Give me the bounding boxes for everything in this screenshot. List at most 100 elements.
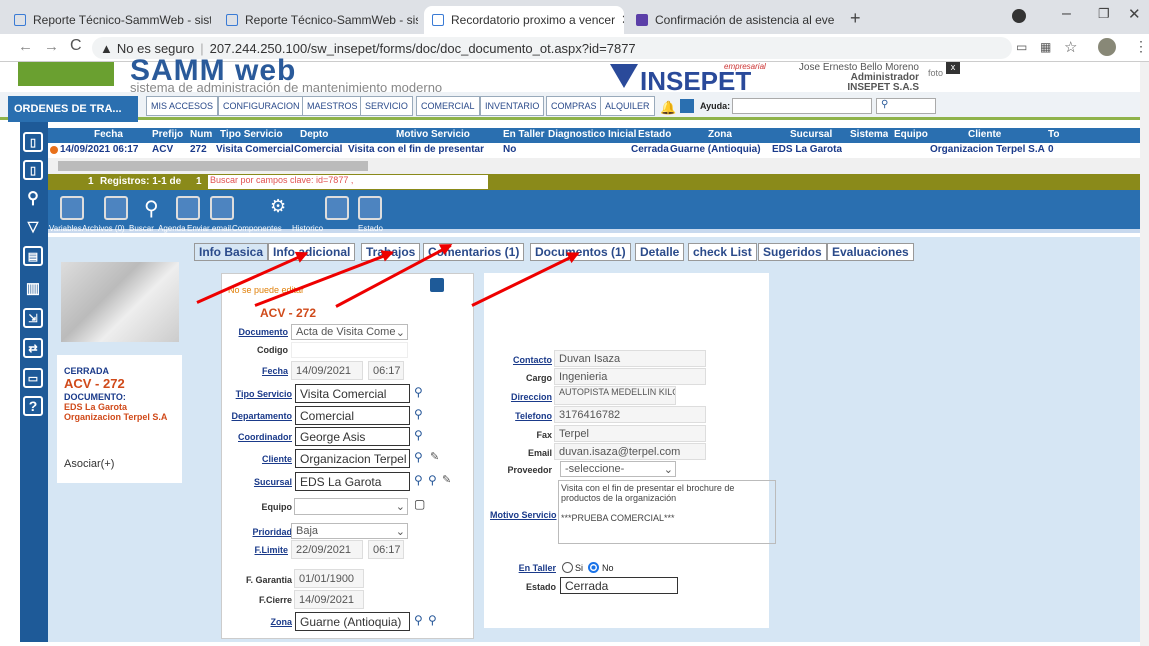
- history-icon[interactable]: [325, 196, 349, 220]
- extension-icon[interactable]: ▦: [1040, 40, 1051, 54]
- menu-alquiler[interactable]: ALQUILER: [600, 96, 655, 116]
- close-icon[interactable]: ✕: [834, 12, 838, 28]
- user-photo[interactable]: foto: [928, 68, 943, 78]
- bell-icon[interactable]: 🔔: [660, 100, 676, 116]
- tab-detalle[interactable]: Detalle: [635, 243, 685, 261]
- cargo-field[interactable]: Ingenieria: [554, 368, 706, 385]
- send-email-button[interactable]: Enviar email: [187, 224, 231, 233]
- tipo-servicio-label[interactable]: Tipo Servicio: [226, 389, 292, 399]
- new-tab-button[interactable]: +: [850, 8, 861, 29]
- proveedor-select[interactable]: -seleccione- ⌄: [560, 461, 676, 477]
- radio-si[interactable]: [562, 562, 573, 573]
- account-icon[interactable]: [1012, 9, 1026, 23]
- edit-pencil-icon[interactable]: ✎: [430, 450, 439, 463]
- browser-tab[interactable]: Confirmación de asistencia al eve✕: [628, 6, 838, 34]
- menu-servicio[interactable]: SERVICIO: [360, 96, 413, 116]
- search-icon[interactable]: ⚲: [414, 450, 423, 464]
- search-icon[interactable]: ⚲: [876, 98, 936, 114]
- limite-date-field[interactable]: 22/09/2021: [291, 540, 363, 559]
- maximize-icon[interactable]: ❐: [1098, 6, 1110, 22]
- prioridad-label[interactable]: Prioridad: [226, 527, 292, 537]
- cliente-label[interactable]: Cliente: [226, 454, 292, 464]
- radio-no[interactable]: [588, 562, 599, 573]
- fecha-label[interactable]: Fecha: [226, 366, 288, 376]
- menu-compras[interactable]: COMPRAS: [546, 96, 602, 116]
- forward-icon[interactable]: →: [44, 38, 59, 55]
- new-document-icon[interactable]: ▯: [23, 132, 43, 152]
- browser-tab[interactable]: Reporte Técnico-SammWeb - sist✕: [218, 6, 418, 34]
- coordinador-label[interactable]: Coordinador: [226, 432, 292, 442]
- codigo-field[interactable]: [291, 342, 408, 358]
- copy-document-icon[interactable]: ▯: [23, 160, 43, 180]
- estado-field[interactable]: Cerrada: [560, 577, 678, 594]
- email-field[interactable]: duvan.isaza@terpel.com: [554, 443, 706, 460]
- col-equipo[interactable]: Equipo: [894, 129, 928, 140]
- col-sucursal[interactable]: Sucursal: [790, 129, 832, 140]
- document-icon[interactable]: ▢: [414, 497, 425, 511]
- edit-pencil-icon[interactable]: ✎: [442, 473, 451, 486]
- back-icon[interactable]: ←: [18, 38, 33, 55]
- col-motivo[interactable]: Motivo Servicio: [396, 129, 470, 140]
- sucursal-field[interactable]: EDS La Garota: [295, 472, 410, 491]
- fax-field[interactable]: Terpel: [554, 425, 706, 442]
- fecha-time-field[interactable]: 06:17: [368, 361, 404, 380]
- col-estado[interactable]: Estado: [638, 129, 671, 140]
- search-icon[interactable]: ⚲: [414, 613, 423, 627]
- email-icon[interactable]: [210, 196, 234, 220]
- search-toolbar-icon[interactable]: ⚲: [144, 196, 168, 220]
- minimize-icon[interactable]: –: [1062, 5, 1071, 23]
- table-row[interactable]: 14/09/2021 06:17 ACV 272 Visita Comercia…: [48, 143, 1148, 158]
- zoom-icon[interactable]: ⚲: [428, 613, 437, 627]
- motivo-label[interactable]: Motivo Servicio: [490, 510, 557, 520]
- bookmark-star-icon[interactable]: ☆: [1064, 38, 1077, 56]
- col-en-taller[interactable]: En Taller: [503, 129, 545, 140]
- limite-time-field[interactable]: 06:17: [368, 540, 404, 559]
- limite-label[interactable]: F.Limite: [226, 545, 288, 555]
- search-sidebar-icon[interactable]: ⚲: [23, 188, 43, 208]
- col-diagnostico[interactable]: Diagnostico Inicial: [548, 129, 636, 140]
- col-zona[interactable]: Zona: [708, 129, 732, 140]
- profile-avatar[interactable]: [1098, 38, 1116, 56]
- col-total[interactable]: To: [1048, 129, 1059, 140]
- documento-select[interactable]: Acta de Visita Come ⌄: [291, 324, 408, 340]
- search-icon[interactable]: ⚲: [414, 473, 423, 487]
- transfer-icon[interactable]: ⇄: [23, 338, 43, 358]
- departamento-label[interactable]: Departamento: [226, 411, 292, 421]
- col-num[interactable]: Num: [190, 129, 212, 140]
- col-fecha[interactable]: Fecha: [94, 129, 123, 140]
- tab-info-basica[interactable]: Info Basica: [194, 243, 269, 261]
- tab-info-adicional[interactable]: Info adicional: [268, 243, 356, 261]
- sucursal-label[interactable]: Sucursal: [226, 477, 292, 487]
- zona-label[interactable]: Zona: [226, 617, 293, 627]
- telefono-field[interactable]: 3176416782: [554, 406, 706, 423]
- close-window-icon[interactable]: ✕: [1128, 5, 1141, 23]
- tab-evaluaciones[interactable]: Evaluaciones: [827, 243, 914, 261]
- files-icon[interactable]: [104, 196, 128, 220]
- associate-link[interactable]: Asociar(+): [64, 458, 114, 470]
- tab-check-list[interactable]: check List: [688, 243, 757, 261]
- close-photo-icon[interactable]: x: [946, 62, 960, 74]
- menu-configuracion[interactable]: CONFIGURACION: [218, 96, 305, 116]
- departamento-field[interactable]: Comercial: [295, 406, 410, 425]
- tab-sugeridos[interactable]: Sugeridos: [758, 243, 827, 261]
- equipo-select[interactable]: ⌄: [294, 498, 408, 515]
- col-cliente[interactable]: Cliente: [968, 129, 1001, 140]
- menu-comercial[interactable]: COMERCIAL: [416, 96, 480, 116]
- calendar-icon[interactable]: [680, 99, 694, 113]
- direccion-label[interactable]: Direccion: [490, 392, 552, 402]
- page-scrollbar[interactable]: [1140, 62, 1149, 646]
- browser-tab-active[interactable]: Recordatorio proximo a vencer✕: [424, 6, 624, 34]
- garantia-field[interactable]: 01/01/1900: [294, 569, 364, 588]
- module-title[interactable]: ORDENES DE TRA...: [8, 96, 138, 122]
- col-prefijo[interactable]: Prefijo: [152, 129, 183, 140]
- horizontal-scrollbar[interactable]: [48, 158, 1148, 174]
- search-icon[interactable]: ⚲: [414, 407, 423, 421]
- state-button[interactable]: Estado: [358, 224, 383, 233]
- components-button[interactable]: Componentes: [232, 224, 282, 233]
- tipo-servicio-field[interactable]: Visita Comercial: [295, 384, 410, 403]
- documento-label[interactable]: Documento: [226, 327, 289, 337]
- contacto-field[interactable]: Duvan Isaza: [554, 350, 706, 367]
- menu-inventario[interactable]: INVENTARIO: [480, 96, 545, 116]
- contacto-label[interactable]: Contacto: [490, 355, 552, 365]
- motivo-textarea[interactable]: Visita con el fin de presentar el brochu…: [558, 480, 776, 544]
